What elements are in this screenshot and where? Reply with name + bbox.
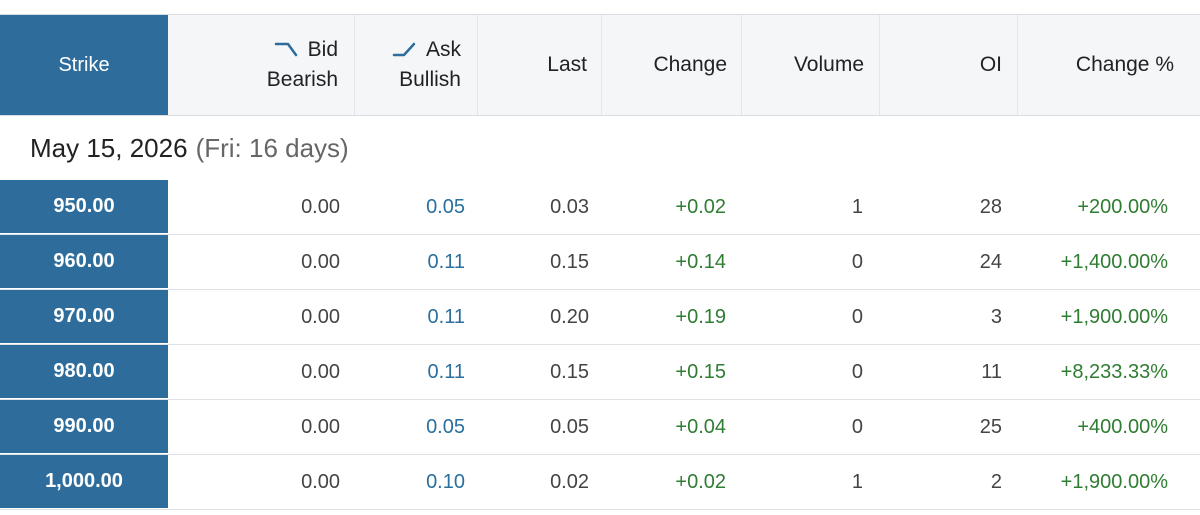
change-cell: +0.15 [675,360,726,383]
last-cell: 0.03 [550,195,589,218]
table-row[interactable]: 970.00 0.00 0.11 0.20 +0.19 0 3 +1,900.0… [0,290,1200,345]
table-row[interactable]: 980.00 0.00 0.11 0.15 +0.15 0 11 +8,233.… [0,345,1200,400]
table-row[interactable]: 1,000.00 0.00 0.10 0.02 +0.02 1 2 +1,900… [0,455,1200,510]
top-divider [0,0,1200,15]
ask-cell[interactable]: 0.05 [340,180,465,234]
strike-cell[interactable]: 980.00 [0,345,168,399]
header-strike[interactable]: Strike [0,15,168,115]
strike-cell[interactable]: 960.00 [0,235,168,289]
strike-cell[interactable]: 970.00 [0,290,168,344]
header-change-label: Change [653,53,727,76]
ask-cell[interactable]: 0.11 [340,290,465,344]
last-cell: 0.02 [550,470,589,493]
volume-cell: 0 [851,250,863,273]
table-row[interactable]: 950.00 0.00 0.05 0.03 +0.02 1 28 +200.00… [0,180,1200,235]
header-change[interactable]: Change [602,15,742,115]
bid-cell: 0.00 [301,195,340,218]
volume-cell: 1 [851,195,863,218]
last-cell: 0.15 [550,360,589,383]
change-pct-cell: +8,233.33% [1060,360,1168,383]
table-row[interactable]: 960.00 0.00 0.11 0.15 +0.14 0 24 +1,400.… [0,235,1200,290]
header-volume-label: Volume [793,53,864,76]
volume-cell: 0 [851,305,863,328]
options-chain: Strike Bid Bearish Ask Bullish Last Chan… [0,0,1200,515]
header-last-label: Last [547,53,587,76]
table-row[interactable]: 990.00 0.00 0.05 0.05 +0.04 0 25 +400.00… [0,400,1200,455]
oi-cell: 3 [990,305,1002,328]
oi-cell: 25 [979,415,1002,438]
expiry-date: May 15, 2026 [30,132,188,163]
header-oi[interactable]: OI [880,15,1018,115]
volume-cell: 1 [851,470,863,493]
trend-up-icon [392,41,418,59]
strike-cell[interactable]: 990.00 [0,400,168,454]
volume-cell: 0 [851,360,863,383]
strike-cell[interactable]: 950.00 [0,180,168,234]
bid-cell: 0.00 [301,470,340,493]
header-ask[interactable]: Ask Bullish [355,15,478,115]
change-pct-cell: +1,900.00% [1060,470,1168,493]
trend-down-icon [274,41,300,59]
expiry-days: (Fri: 16 days) [195,132,349,163]
change-cell: +0.04 [675,415,726,438]
ask-cell[interactable]: 0.11 [340,235,465,289]
bid-cell: 0.00 [301,250,340,273]
oi-cell: 28 [979,195,1002,218]
header-change-pct[interactable]: Change % [1018,15,1200,115]
change-pct-cell: +1,900.00% [1060,305,1168,328]
oi-cell: 2 [990,470,1002,493]
header-bid-label: Bid [307,38,338,61]
header-bearish-label: Bearish [266,68,338,91]
oi-cell: 11 [981,360,1002,383]
header-strike-label: Strike [58,53,110,76]
bid-cell: 0.00 [301,360,340,383]
change-cell: +0.02 [675,470,726,493]
oi-cell: 24 [979,250,1002,273]
bid-cell: 0.00 [301,415,340,438]
change-cell: +0.14 [675,250,726,273]
ask-cell[interactable]: 0.05 [340,400,465,454]
header-bullish-label: Bullish [399,68,461,91]
ask-cell[interactable]: 0.10 [340,455,465,509]
change-pct-cell: +1,400.00% [1060,250,1168,273]
change-pct-cell: +400.00% [1077,415,1168,438]
header-bid[interactable]: Bid Bearish [168,15,355,115]
last-cell: 0.15 [550,250,589,273]
header-change-pct-label: Change % [1075,53,1174,76]
last-cell: 0.05 [550,415,589,438]
volume-cell: 0 [851,415,863,438]
change-cell: +0.02 [675,195,726,218]
header-ask-label: Ask [425,38,461,61]
bid-cell: 0.00 [301,305,340,328]
table-header: Strike Bid Bearish Ask Bullish Last Chan… [0,15,1200,116]
last-cell: 0.20 [550,305,589,328]
ask-cell[interactable]: 0.11 [340,345,465,399]
change-pct-cell: +200.00% [1077,195,1168,218]
strike-cell[interactable]: 1,000.00 [0,455,168,509]
change-cell: +0.19 [675,305,726,328]
table-body: 950.00 0.00 0.05 0.03 +0.02 1 28 +200.00… [0,180,1200,510]
header-last[interactable]: Last [478,15,602,115]
header-volume[interactable]: Volume [742,15,880,115]
header-oi-label: OI [979,53,1002,76]
expiry-group-header: May 15, 2026 (Fri: 16 days) [0,116,1200,180]
